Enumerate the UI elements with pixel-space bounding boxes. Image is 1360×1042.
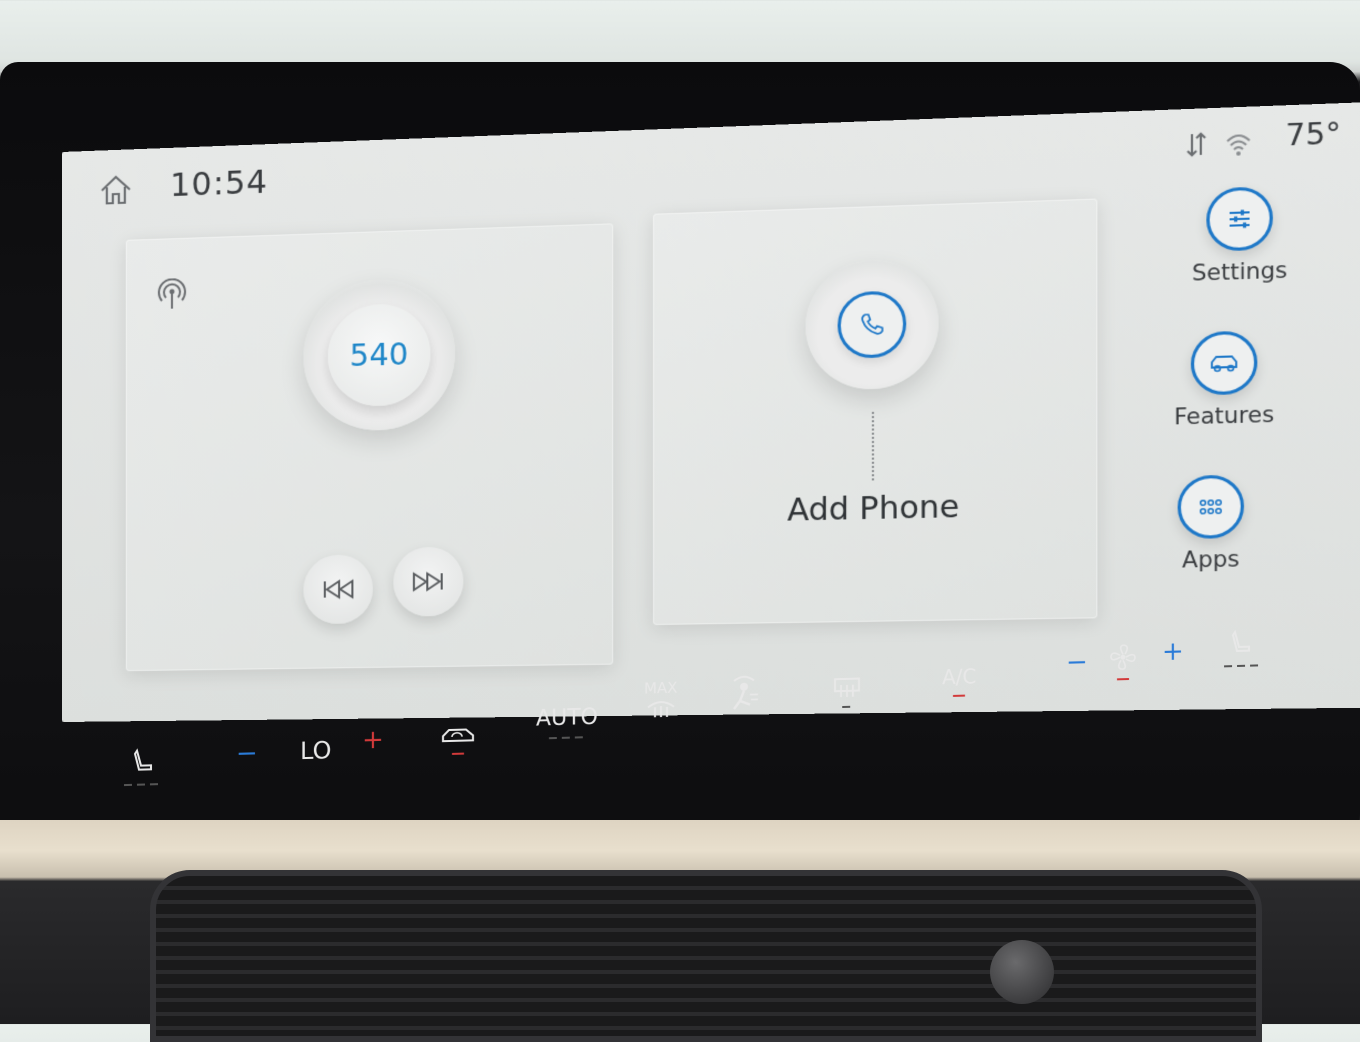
radio-frequency: 540 bbox=[327, 302, 431, 408]
apps-grid-icon bbox=[1195, 492, 1226, 522]
heated-seat-right-button[interactable] bbox=[1224, 628, 1260, 668]
apps-circle bbox=[1177, 474, 1245, 540]
recirculation-button[interactable] bbox=[440, 722, 476, 755]
home-icon[interactable] bbox=[98, 171, 134, 208]
radio-signal-icon bbox=[156, 278, 188, 311]
settings-button[interactable]: Settings bbox=[1157, 184, 1323, 287]
settings-label: Settings bbox=[1191, 257, 1288, 286]
vehicle-icon bbox=[1209, 348, 1240, 378]
temp-setting: LO bbox=[300, 736, 332, 766]
fan-icon bbox=[1110, 644, 1136, 671]
phone-ring bbox=[837, 290, 907, 359]
airflow-mode-button[interactable] bbox=[726, 672, 762, 713]
add-phone-label[interactable]: Add Phone bbox=[653, 486, 1097, 531]
rear-defrost-icon bbox=[834, 677, 860, 698]
features-button[interactable]: Features bbox=[1141, 329, 1307, 430]
air-vent bbox=[150, 870, 1262, 1042]
previous-track-button[interactable] bbox=[303, 554, 373, 625]
radio-card[interactable]: 540 bbox=[125, 223, 614, 672]
system-icons bbox=[1183, 128, 1252, 160]
temp-minus-button[interactable]: − bbox=[236, 738, 258, 769]
rear-defrost-button[interactable] bbox=[832, 675, 862, 709]
add-phone-button[interactable] bbox=[805, 258, 939, 391]
next-track-icon bbox=[411, 571, 446, 592]
temp-plus-button[interactable]: + bbox=[362, 725, 384, 756]
apps-button[interactable]: Apps bbox=[1128, 473, 1294, 573]
data-transfer-icon bbox=[1183, 129, 1210, 159]
rear-defrost-indicator bbox=[842, 705, 852, 709]
apps-label: Apps bbox=[1182, 546, 1240, 573]
features-circle bbox=[1190, 330, 1258, 396]
fan-minus-button[interactable]: − bbox=[1066, 647, 1088, 678]
previous-track-icon bbox=[321, 579, 356, 600]
heated-seat-right-icon bbox=[1231, 629, 1250, 653]
recirculation-indicator bbox=[452, 752, 464, 755]
settings-circle bbox=[1206, 186, 1273, 252]
auto-button[interactable]: AUTO bbox=[536, 705, 598, 740]
heated-seat-left-button[interactable] bbox=[124, 747, 160, 787]
max-label: MAX bbox=[644, 678, 678, 698]
next-track-button[interactable] bbox=[393, 546, 464, 617]
wifi-icon bbox=[1225, 128, 1252, 156]
settings-sliders-icon bbox=[1224, 204, 1255, 235]
recirculation-icon bbox=[442, 728, 474, 743]
features-label: Features bbox=[1174, 401, 1275, 430]
fan-indicator bbox=[1117, 678, 1129, 681]
auto-indicator bbox=[548, 736, 585, 740]
vent-knob[interactable] bbox=[990, 940, 1054, 1004]
phone-icon bbox=[858, 311, 886, 339]
ac-indicator bbox=[953, 694, 966, 697]
outside-temperature: 75° bbox=[1285, 115, 1342, 153]
auto-label: AUTO bbox=[536, 704, 598, 732]
ac-label: A/C bbox=[942, 664, 977, 690]
radio-station-dial[interactable]: 540 bbox=[303, 277, 456, 433]
airflow-person-icon bbox=[733, 675, 758, 710]
phone-card[interactable]: Add Phone bbox=[653, 198, 1098, 626]
max-defrost-icon bbox=[647, 701, 675, 718]
ac-button[interactable]: A/C bbox=[942, 664, 976, 697]
clock: 10:54 bbox=[169, 162, 269, 205]
fan-plus-button[interactable]: + bbox=[1162, 636, 1184, 667]
heated-seat-left-icon bbox=[133, 748, 152, 771]
fan-speed bbox=[1108, 642, 1138, 681]
max-defrost-button[interactable]: MAX bbox=[644, 679, 677, 720]
seat-right-level bbox=[1224, 664, 1260, 668]
dotted-connector bbox=[871, 411, 875, 481]
